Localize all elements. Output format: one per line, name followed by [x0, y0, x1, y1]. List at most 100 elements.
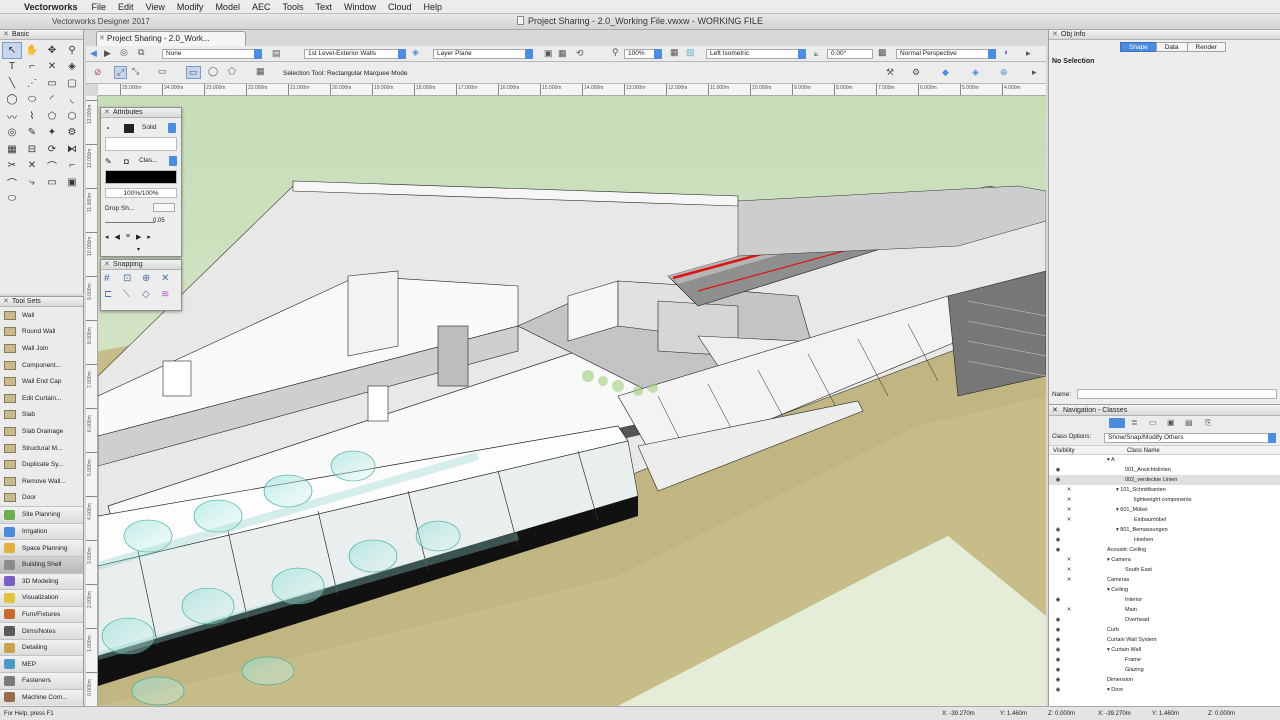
- tool-set-category[interactable]: 3D Modeling: [0, 572, 83, 590]
- arrow-start-icon[interactable]: ◀: [115, 233, 120, 241]
- fill-color-swatch[interactable]: [124, 124, 134, 133]
- layers-tab-icon[interactable]: ≣: [1131, 418, 1138, 427]
- class-row[interactable]: ✕ Main: [1049, 605, 1280, 615]
- plane-rotation-icon[interactable]: ⟀: [814, 48, 819, 59]
- close-tab-icon[interactable]: ✕: [99, 32, 105, 46]
- fillet-tool-icon[interactable]: ⌒: [42, 158, 62, 175]
- active-class-dropdown[interactable]: None: [162, 49, 262, 59]
- working-plane-dropdown[interactable]: Layer Plane: [433, 49, 533, 59]
- split-tool-icon[interactable]: ✂: [2, 158, 22, 175]
- tool-set-tool[interactable]: Door: [0, 490, 83, 507]
- line-style-icon[interactable]: ≡: [126, 233, 130, 241]
- tool-set-tool[interactable]: Component...: [0, 357, 83, 374]
- hidden-x-icon[interactable]: ✕: [1065, 605, 1073, 615]
- class-row[interactable]: ◉ 002_verdeckte Linien: [1049, 475, 1280, 485]
- class-row[interactable]: ◉ Curtain Wall System: [1049, 635, 1280, 645]
- smart-edges-icon[interactable]: ⟍: [123, 289, 142, 305]
- tab-shape[interactable]: Shape: [1120, 42, 1157, 52]
- clip-tool-icon[interactable]: ⤷: [22, 174, 42, 191]
- sheet-layers-tab-icon[interactable]: ▭: [1149, 418, 1157, 427]
- transform-mode-icon[interactable]: ⤢: [114, 66, 128, 79]
- flyover-tool-icon[interactable]: ✥: [42, 42, 62, 59]
- visible-eye-icon[interactable]: ◉: [1054, 465, 1062, 475]
- hidden-x-icon[interactable]: ✕: [1065, 485, 1073, 495]
- snap-to-intersection-icon[interactable]: ⊕: [142, 273, 161, 289]
- tool-set-tool[interactable]: Slab Drainage: [0, 423, 83, 440]
- page-icon[interactable]: ▣: [544, 48, 553, 59]
- eyedropper-tool-icon[interactable]: ✎: [22, 125, 42, 142]
- lasso-marquee-icon[interactable]: ◯: [208, 66, 218, 77]
- wall-join-tool-icon[interactable]: ▭: [42, 174, 62, 191]
- hidden-x-icon[interactable]: ✕: [1065, 505, 1073, 515]
- text-tool-icon[interactable]: T: [2, 59, 22, 76]
- class-row[interactable]: ▾ A: [1049, 455, 1280, 465]
- move-by-points-icon[interactable]: ⬭: [2, 191, 22, 208]
- visible-eye-icon[interactable]: ◉: [1054, 595, 1062, 605]
- settings-gear-icon[interactable]: ⚙: [912, 67, 920, 78]
- tool-set-category[interactable]: Site Planning: [0, 506, 83, 523]
- snap-to-object-icon[interactable]: ⊡: [123, 273, 142, 289]
- class-row[interactable]: ✕ ▾ Camera: [1049, 555, 1280, 565]
- tool-set-tool[interactable]: Edit Curtain...: [0, 390, 83, 407]
- arrow-left-icon[interactable]: ◂: [105, 233, 109, 241]
- hidden-x-icon[interactable]: ✕: [1065, 575, 1073, 585]
- smart-points-icon[interactable]: ⊏: [104, 289, 123, 305]
- snap-to-grid-icon[interactable]: #: [104, 273, 123, 289]
- layers-icon[interactable]: ▤: [272, 48, 281, 59]
- app-menu[interactable]: Vectorworks: [24, 2, 78, 12]
- visible-eye-icon[interactable]: ◉: [1054, 535, 1062, 545]
- forward-arrow-icon[interactable]: ▶: [104, 48, 111, 59]
- polygon-tool-icon[interactable]: ⬠: [42, 108, 62, 125]
- expand-icon[interactable]: ▾: [137, 246, 140, 253]
- menu-cloud[interactable]: Cloud: [388, 2, 412, 12]
- visible-eye-icon[interactable]: ◉: [1054, 635, 1062, 645]
- menu-text[interactable]: Text: [315, 2, 332, 12]
- hidden-x-icon[interactable]: ✕: [1065, 515, 1073, 525]
- single-object-mode-icon[interactable]: ⤡: [132, 66, 139, 77]
- class-options-dropdown[interactable]: Show/Snap/Modify Others: [1104, 433, 1276, 443]
- visible-eye-icon[interactable]: ◉: [1054, 525, 1062, 535]
- tab-data[interactable]: Data: [1155, 42, 1188, 52]
- close-icon[interactable]: ✕: [1052, 30, 1058, 40]
- standard-views-icon[interactable]: ▦: [670, 47, 679, 58]
- snap-to-distance-icon[interactable]: ✕: [161, 273, 180, 289]
- tool-set-category[interactable]: Building Shell: [0, 555, 83, 573]
- visible-eye-icon[interactable]: ◉: [1054, 675, 1062, 685]
- rectangular-marquee-icon[interactable]: ▭: [186, 66, 201, 79]
- regular-polygon-tool-icon[interactable]: ⬡: [62, 108, 82, 125]
- menu-file[interactable]: File: [92, 2, 107, 12]
- class-row[interactable]: ◉ 001_Ansichtslinien: [1049, 465, 1280, 475]
- callout-tool-icon[interactable]: ⌐: [22, 59, 42, 76]
- interactive-scaling-icon[interactable]: ▭: [158, 66, 167, 77]
- pen-style-dropdown[interactable]: Clas...: [136, 156, 177, 167]
- viewports-tab-icon[interactable]: ▣: [1167, 418, 1175, 427]
- tool-set-tool[interactable]: Wall Join: [0, 340, 83, 357]
- references-tab-icon[interactable]: ⎘: [1205, 418, 1211, 428]
- rounded-rect-tool-icon[interactable]: ▢: [62, 75, 82, 92]
- class-row[interactable]: ✕ Einbaumöbel: [1049, 515, 1280, 525]
- name-field[interactable]: [1077, 389, 1277, 399]
- snap-icon[interactable]: ◆: [942, 67, 949, 78]
- document-tab[interactable]: ✕ Project Sharing - 2.0_Work...: [96, 31, 246, 46]
- menu-window[interactable]: Window: [344, 2, 376, 12]
- hidden-x-icon[interactable]: ✕: [1065, 565, 1073, 575]
- visible-eye-icon[interactable]: ◉: [1054, 685, 1062, 695]
- attribute-mapping-icon[interactable]: ◈: [62, 59, 82, 76]
- visible-eye-icon[interactable]: ◉: [1054, 615, 1062, 625]
- hidden-x-icon[interactable]: ✕: [1065, 555, 1073, 565]
- class-row[interactable]: ◉ ▾ Door: [1049, 685, 1280, 695]
- tool-set-category[interactable]: Visualization: [0, 589, 83, 606]
- freehand-tool-icon[interactable]: 〰: [2, 108, 22, 125]
- close-icon[interactable]: ✕: [1052, 405, 1058, 416]
- more-arrow-icon[interactable]: ▸: [1032, 67, 1037, 78]
- tool-set-tool[interactable]: Wall End Cap: [0, 373, 83, 390]
- plane-icon[interactable]: ◈: [412, 47, 419, 58]
- tool-set-category[interactable]: Detailing: [0, 638, 83, 656]
- oval-tool-icon[interactable]: ⬭: [22, 92, 42, 109]
- drop-shadow-button[interactable]: [153, 203, 175, 212]
- close-icon[interactable]: ✕: [104, 108, 110, 118]
- fill-style-dropdown[interactable]: Solid: [139, 123, 176, 134]
- spiral-tool-icon[interactable]: ◎: [2, 125, 22, 142]
- hidden-x-icon[interactable]: ✕: [1065, 495, 1073, 505]
- visible-eye-icon[interactable]: ◉: [1054, 625, 1062, 635]
